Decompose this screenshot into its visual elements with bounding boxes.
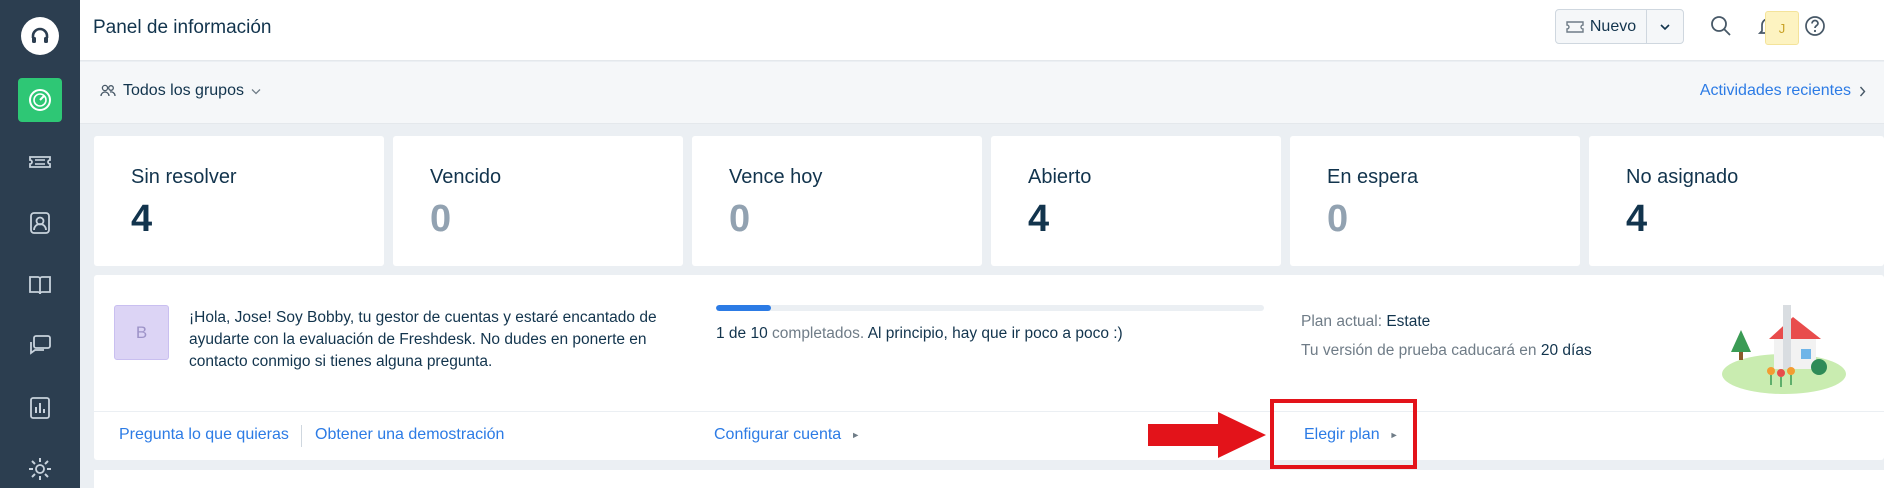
next-widget-card: [94, 470, 1884, 488]
progress-word: completados.: [772, 325, 865, 342]
ask-anything-link[interactable]: Pregunta lo que quieras: [119, 426, 289, 444]
trial-line: Tu versión de prueba caducará en 20 días: [1301, 336, 1592, 365]
red-arrow-annotation-icon: [1148, 412, 1266, 458]
link-separator: [301, 425, 302, 447]
sidebar-item-dashboard[interactable]: [18, 78, 62, 122]
stat-card-unresolved[interactable]: Sin resolver 4: [94, 136, 384, 266]
dashboard-gauge-icon: [29, 89, 51, 111]
new-button-group: Nuevo: [1555, 9, 1684, 44]
help-button[interactable]: [1801, 12, 1829, 40]
current-plan-line: Plan actual: Estate: [1301, 307, 1592, 336]
stat-card-due-today[interactable]: Vence hoy 0: [692, 136, 982, 266]
freshdesk-logo-icon[interactable]: [21, 17, 59, 55]
chevron-right-icon: [1859, 86, 1866, 96]
contact-icon: [30, 212, 50, 234]
recent-activities-link[interactable]: Actividades recientes: [1700, 82, 1866, 100]
ticket-icon: [1566, 20, 1584, 33]
new-button-label: Nuevo: [1589, 17, 1637, 35]
sidebar: [0, 0, 80, 488]
search-button[interactable]: [1707, 12, 1735, 40]
sidebar-item-admin[interactable]: [18, 447, 62, 488]
chevron-down-icon: [251, 88, 261, 94]
stat-label: En espera: [1327, 166, 1419, 188]
stat-value: 4: [1626, 198, 1648, 240]
chevron-down-icon: [1660, 23, 1670, 30]
setup-progress-fill: [716, 305, 771, 311]
search-icon: [1711, 16, 1731, 36]
setup-progress-bar: [716, 305, 1264, 311]
stat-label: No asignado: [1626, 166, 1739, 188]
account-manager-greeting: ¡Hola, Jose! Soy Bobby, tu gestor de cue…: [189, 309, 657, 370]
gear-icon: [29, 458, 51, 480]
dashboard-subbar: Todos los grupos Actividades recientes: [80, 62, 1884, 124]
onboarding-panel: B ¡Hola, Jose! Soy Bobby, tu gestor de c…: [94, 275, 1884, 460]
stat-label: Sin resolver: [131, 166, 237, 188]
get-demo-label: Obtener una demostración: [315, 426, 505, 443]
plan-label: Plan actual:: [1301, 313, 1382, 330]
stat-card-on-hold[interactable]: En espera 0: [1290, 136, 1580, 266]
stat-value: 0: [729, 198, 751, 240]
stat-value: 4: [131, 198, 153, 240]
account-manager-avatar: B: [114, 305, 169, 360]
setup-account-link[interactable]: Configurar cuenta ►: [714, 426, 860, 444]
trial-text: Tu versión de prueba caducará en: [1301, 342, 1537, 359]
stat-label: Abierto: [1028, 166, 1092, 188]
reports-icon: [30, 397, 50, 419]
highlight-box-annotation: [1270, 399, 1417, 469]
ticket-icon: [29, 156, 51, 168]
sidebar-item-solutions[interactable]: [18, 263, 62, 307]
page-title: Panel de información: [93, 17, 272, 38]
setup-progress-text: 1 de 10 completados. Al principio, hay q…: [716, 325, 1123, 343]
get-demo-link[interactable]: Obtener una demostración: [315, 426, 504, 444]
ask-anything-label: Pregunta lo que quieras: [119, 426, 289, 443]
stat-value: 0: [1327, 198, 1349, 240]
plan-name: Estate: [1386, 313, 1431, 330]
stat-label: Vencido: [430, 166, 502, 188]
sidebar-item-forums[interactable]: [18, 324, 62, 368]
triangle-right-icon: ►: [851, 430, 861, 440]
progress-count: 1 de 10: [716, 325, 768, 342]
sidebar-item-reports[interactable]: [18, 386, 62, 430]
trial-days: 20 días: [1540, 342, 1592, 359]
stat-card-overdue[interactable]: Vencido 0: [393, 136, 683, 266]
progress-tail: Al principio, hay que ir poco a poco :): [867, 325, 1123, 342]
group-filter-label: Todos los grupos: [123, 82, 244, 99]
user-avatar[interactable]: J: [1765, 11, 1799, 45]
stat-card-unassigned[interactable]: No asignado 4: [1589, 136, 1884, 266]
plan-info: Plan actual: Estate Tu versión de prueba…: [1301, 307, 1592, 365]
panel-divider: [94, 411, 1884, 412]
top-header: Panel de información Nuevo J: [80, 0, 1884, 61]
group-filter-dropdown[interactable]: Todos los grupos: [100, 82, 261, 100]
stat-label: Vence hoy: [729, 166, 823, 188]
setup-account-label: Configurar cuenta: [714, 426, 842, 443]
sidebar-item-tickets[interactable]: [18, 140, 62, 184]
new-button[interactable]: Nuevo: [1556, 10, 1647, 43]
stat-card-open[interactable]: Abierto 4: [991, 136, 1281, 266]
sidebar-item-contacts[interactable]: [18, 201, 62, 245]
help-icon: [1805, 16, 1825, 36]
house-illustration-icon: [1722, 305, 1846, 394]
stat-value: 0: [430, 198, 452, 240]
chat-icon: [30, 335, 51, 355]
users-icon: [100, 84, 116, 97]
recent-activities-label: Actividades recientes: [1699, 82, 1851, 99]
book-icon: [29, 276, 51, 295]
new-dropdown-toggle[interactable]: [1647, 10, 1683, 43]
stat-value: 4: [1028, 198, 1050, 240]
